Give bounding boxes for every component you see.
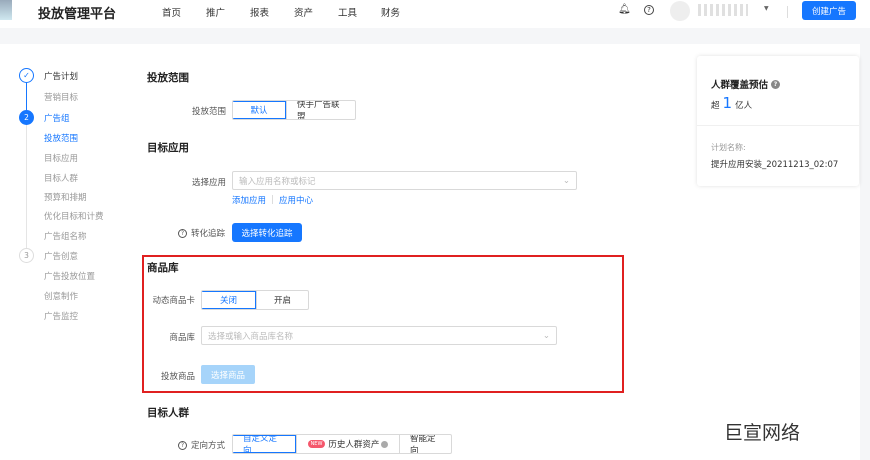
select-product-button[interactable]: 选择商品	[201, 365, 255, 384]
nav-promote[interactable]: 推广	[206, 5, 225, 19]
watermark: 巨宣网络	[724, 422, 801, 444]
nav-report[interactable]: 报表	[250, 5, 269, 19]
chevron-down-icon[interactable]: ▼	[764, 5, 769, 12]
chevron-down-icon: ⌄	[562, 175, 570, 186]
field-label: 动态商品卡	[152, 296, 195, 306]
product-card-segment: 关闭 开启	[201, 290, 309, 310]
field-label: 投放范围	[191, 107, 226, 117]
option-label: 历史人群资产	[328, 440, 380, 450]
app-select[interactable]: 输入应用名称或标记 ⌄	[232, 171, 577, 190]
smart-targeting-option[interactable]: 智能定向	[399, 435, 451, 453]
help-icon[interactable]: ?	[178, 228, 187, 238]
nav-tools[interactable]: 工具	[338, 5, 357, 19]
product-library-placeholder: 选择或输入商品库名称	[208, 331, 294, 342]
card-on-option[interactable]: 开启	[256, 291, 308, 309]
section-title: 目标应用	[147, 142, 189, 154]
step-sub-active[interactable]: 投放范围	[44, 132, 78, 144]
user-name-blurred	[698, 4, 748, 16]
avatar-thumb	[0, 0, 12, 20]
section-title: 投放范围	[147, 72, 189, 84]
help-icon[interactable]: ?	[178, 440, 187, 450]
step-sub[interactable]: 广告投放位置	[44, 270, 95, 282]
section-title: 目标人群	[147, 407, 189, 419]
coverage-unit: 亿人	[735, 101, 753, 111]
divider	[272, 195, 273, 204]
field-label: 商品库	[169, 333, 195, 343]
section-title: 商品库	[147, 262, 179, 274]
nav-finance[interactable]: 财务	[381, 5, 400, 19]
history-audience-option[interactable]: NEW 历史人群资产	[296, 435, 399, 453]
app-select-placeholder: 输入应用名称或标记	[239, 176, 316, 187]
plan-name-value: 提升应用安装_20211213_02:07	[711, 160, 839, 170]
product-library-select[interactable]: 选择或输入商品库名称 ⌄	[201, 326, 557, 345]
panel-title-wrap: 人群覆盖预估?	[711, 77, 781, 91]
top-band	[0, 28, 870, 44]
step-sub[interactable]: 目标人群	[44, 172, 78, 184]
app-center-link[interactable]: 应用中心	[279, 194, 313, 206]
scope-union-option[interactable]: 快手广告联盟	[286, 101, 355, 119]
field-label: 转化追踪	[191, 229, 226, 239]
new-badge: NEW	[307, 440, 326, 448]
card-off-option[interactable]: 关闭	[202, 291, 256, 309]
step-plan[interactable]: 广告计划	[44, 70, 78, 82]
step-creative[interactable]: 广告创意	[44, 250, 78, 262]
targeting-segment: 自定义定向 NEW 历史人群资产 智能定向	[232, 434, 452, 454]
coverage-prefix: 超	[711, 101, 720, 111]
step-sub[interactable]: 广告组名称	[44, 230, 87, 242]
help-icon[interactable]: ?	[771, 79, 781, 89]
help-icon[interactable]	[381, 440, 389, 448]
step-number: 3	[19, 248, 34, 263]
app-title: 投放管理平台	[38, 7, 117, 22]
scope-default-option[interactable]: 默认	[233, 101, 286, 119]
step-sub[interactable]: 优化目标和计费	[44, 210, 104, 222]
step-sub[interactable]: 营销目标	[44, 91, 78, 103]
coverage-number: 1	[722, 94, 733, 112]
coverage-estimate: 超 1 亿人	[711, 94, 752, 112]
custom-targeting-option[interactable]: 自定义定向	[233, 435, 296, 453]
add-app-link[interactable]: 添加应用	[232, 194, 266, 206]
step-done-icon: ✓	[19, 68, 34, 83]
targeting-label-wrap: ? 定向方式	[178, 439, 225, 451]
field-label: 定向方式	[191, 441, 226, 451]
chevron-down-icon: ⌄	[542, 330, 550, 341]
step-sub[interactable]: 创意制作	[44, 290, 78, 302]
create-ad-button[interactable]: 创建广告	[802, 1, 856, 20]
nav-assets[interactable]: 资产	[294, 5, 313, 19]
step-sub[interactable]: 预算和排期	[44, 191, 87, 203]
step-group[interactable]: 广告组	[44, 112, 70, 124]
help-icon[interactable]: ?	[644, 5, 654, 15]
plan-name-label: 计划名称:	[711, 143, 746, 152]
step-line	[26, 124, 27, 250]
step-sub[interactable]: 目标应用	[44, 152, 78, 164]
panel-title: 人群覆盖预估	[711, 80, 769, 91]
step-line	[26, 82, 27, 112]
nav-home[interactable]: 首页	[162, 5, 181, 19]
track-label-wrap: ? 转化追踪	[178, 227, 225, 239]
divider	[787, 6, 788, 18]
user-avatar[interactable]	[670, 1, 690, 21]
step-sub[interactable]: 广告监控	[44, 310, 78, 322]
step-number: 2	[19, 110, 34, 125]
divider	[697, 125, 859, 126]
select-tracking-button[interactable]: 选择转化追踪	[232, 223, 302, 242]
bell-icon[interactable]: 🔔︎	[618, 4, 631, 15]
side-band	[860, 44, 870, 460]
scope-segment: 默认 快手广告联盟	[232, 100, 356, 120]
field-label: 投放商品	[160, 372, 195, 382]
field-label: 选择应用	[191, 178, 226, 188]
